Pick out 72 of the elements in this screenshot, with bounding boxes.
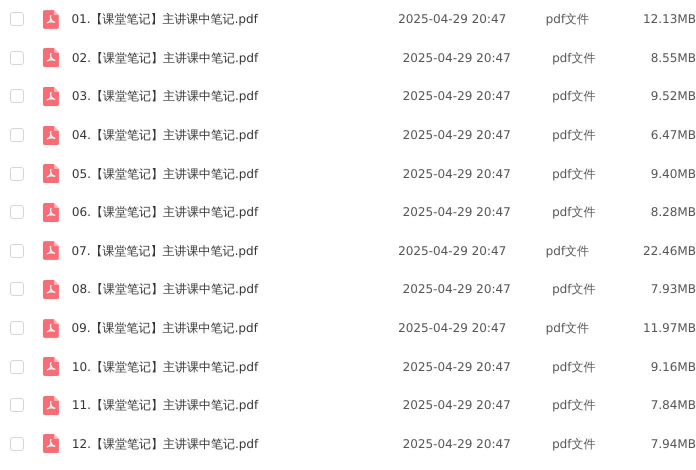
file-size: 11.97MB — [643, 320, 696, 338]
file-name: 03.【课堂笔记】主讲课中笔记.pdf — [72, 88, 260, 106]
file-type: pdf文件 — [546, 11, 590, 28]
file-size: 9.16MB — [650, 358, 696, 376]
modified-date: 2025-04-29 20:47 — [402, 204, 512, 222]
checkbox[interactable] — [10, 321, 24, 336]
checkbox[interactable] — [10, 360, 24, 374]
file-name: 12.【课堂笔记】主讲课中笔记.pdf — [72, 436, 260, 453]
modified-date: 2025-04-29 20:47 — [402, 166, 512, 183]
file-size: 7.84MB — [650, 397, 696, 414]
pdf-file-icon — [42, 10, 59, 29]
checkbox[interactable] — [10, 89, 24, 104]
file-type: pdf文件 — [552, 127, 597, 144]
file-name: 07.【课堂笔记】主讲课中笔记.pdf — [72, 242, 260, 260]
file-size: 9.40MB — [650, 166, 696, 183]
file-type: pdf文件 — [552, 50, 597, 67]
file-size: 12.13MB — [643, 11, 696, 28]
checkbox[interactable] — [10, 244, 24, 258]
file-size: 7.94MB — [650, 436, 696, 453]
file-name: 09.【课堂笔记】主讲课中笔记.pdf — [72, 320, 260, 338]
file-size: 8.28MB — [650, 204, 696, 222]
checkbox[interactable] — [10, 50, 24, 65]
checkbox[interactable] — [10, 12, 24, 26]
file-name: 10.【课堂笔记】主讲课中笔记.pdf — [72, 358, 260, 376]
modified-date: 2025-04-29 20:47 — [402, 127, 512, 144]
file-name: 11.【课堂笔记】主讲课中笔记.pdf — [72, 397, 260, 414]
file-name: 04.【课堂笔记】主讲课中笔记.pdf — [72, 127, 260, 144]
modified-date: 2025-04-29 20:47 — [402, 50, 512, 67]
modified-date: 2025-04-29 20:47 — [402, 358, 512, 376]
file-type: pdf文件 — [546, 320, 590, 338]
file-size: 22.46MB — [643, 242, 696, 260]
checkbox[interactable] — [10, 398, 24, 412]
pdf-file-icon — [42, 241, 59, 260]
file-name: 05.【课堂笔记】主讲课中笔记.pdf — [72, 166, 260, 183]
file-type: pdf文件 — [552, 204, 597, 222]
file-type: pdf文件 — [552, 397, 597, 414]
file-size: 8.55MB — [650, 50, 696, 67]
pdf-file-icon — [42, 434, 59, 454]
modified-date: 2025-04-29 20:47 — [402, 397, 512, 414]
file-name: 06.【课堂笔记】主讲课中笔记.pdf — [72, 204, 260, 222]
file-name: 02.【课堂笔记】主讲课中笔记.pdf — [72, 50, 260, 67]
checkbox[interactable] — [10, 282, 24, 296]
file-type: pdf文件 — [552, 436, 597, 453]
pdf-file-icon — [42, 357, 59, 376]
checkbox[interactable] — [10, 128, 24, 142]
file-size: 7.93MB — [650, 281, 696, 298]
modified-date: 2025-04-29 20:47 — [398, 320, 508, 338]
pdf-file-icon — [42, 318, 59, 338]
checkbox[interactable] — [10, 436, 24, 451]
pdf-file-icon — [42, 48, 59, 68]
modified-date: 2025-04-29 20:47 — [402, 88, 512, 106]
file-type: pdf文件 — [552, 358, 597, 376]
pdf-file-icon — [42, 280, 59, 299]
pdf-file-icon — [42, 396, 59, 415]
modified-date: 2025-04-29 20:47 — [402, 281, 512, 298]
modified-date: 2025-04-29 20:47 — [402, 436, 512, 453]
file-type: pdf文件 — [552, 166, 597, 183]
pdf-file-icon — [42, 86, 59, 106]
pdf-file-icon — [42, 202, 59, 222]
checkbox[interactable] — [10, 205, 24, 220]
modified-date: 2025-04-29 20:47 — [398, 11, 508, 28]
checkbox[interactable] — [10, 166, 24, 181]
file-type: pdf文件 — [552, 281, 597, 298]
file-name: 01.【课堂笔记】主讲课中笔记.pdf — [72, 11, 260, 28]
pdf-file-icon — [42, 164, 59, 184]
file-type: pdf文件 — [552, 88, 597, 106]
modified-date: 2025-04-29 20:47 — [398, 242, 508, 260]
file-type: pdf文件 — [546, 242, 590, 260]
file-size: 6.47MB — [650, 127, 696, 144]
file-size: 9.52MB — [650, 88, 696, 106]
pdf-file-icon — [42, 126, 59, 145]
file-name: 08.【课堂笔记】主讲课中笔记.pdf — [72, 281, 260, 298]
